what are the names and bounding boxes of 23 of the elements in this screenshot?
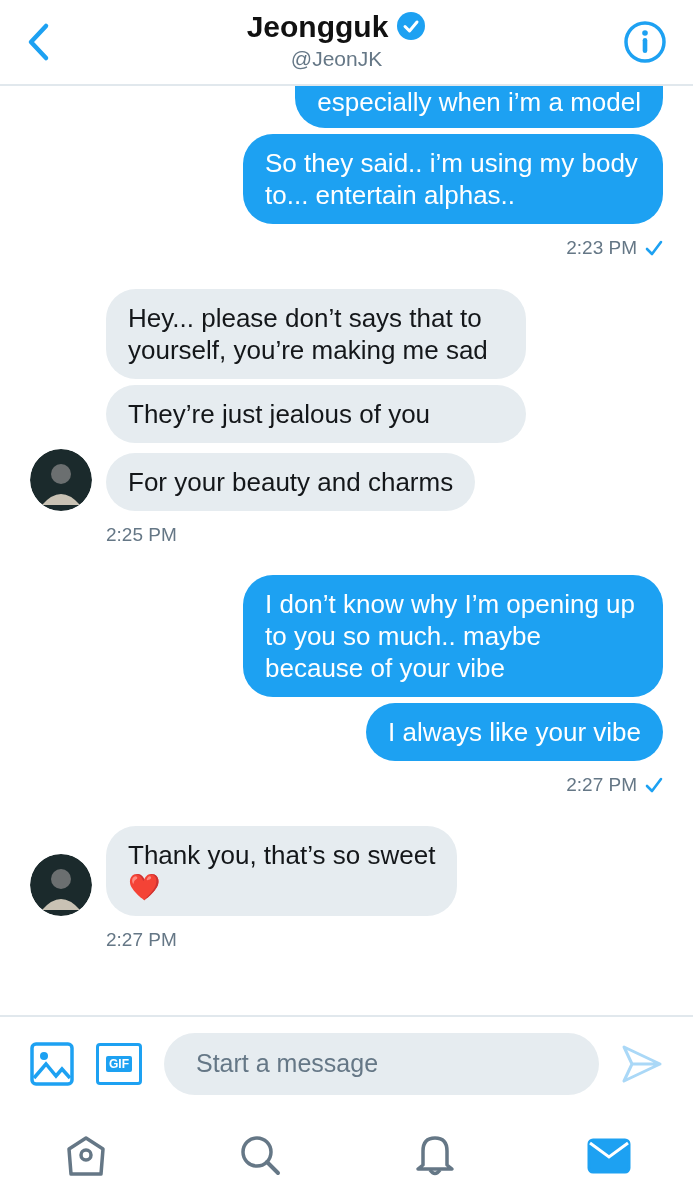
home-icon[interactable] xyxy=(64,1133,108,1177)
message-bubble: I don’t know why I’m opening up to you so much.. maybe because of your vibe xyxy=(243,575,663,697)
message-bubble: Thank you, that’s so sweet ❤ xyxy=(106,825,458,916)
image-icon[interactable] xyxy=(30,1041,74,1086)
back-icon[interactable] xyxy=(26,22,50,62)
timestamp: 2:27 PM xyxy=(566,773,637,797)
message-bubble: For your beauty and charms xyxy=(106,452,476,511)
contact-name: Jeongguk xyxy=(246,9,389,43)
message-input[interactable]: Start a message xyxy=(164,1032,599,1095)
timestamp: 2:25 PM xyxy=(106,522,177,547)
gif-button[interactable]: GIF xyxy=(96,1042,142,1085)
message-bubble: Hey... please don’t says that to yourself, you’re making me sad xyxy=(106,288,526,379)
info-icon[interactable] xyxy=(623,20,667,64)
search-icon[interactable] xyxy=(238,1133,283,1177)
avatar[interactable] xyxy=(30,853,92,916)
contact-handle: @JeonJK xyxy=(289,45,384,72)
message-bubble: So they said.. i’m using my body to... entertain alphas.. xyxy=(243,134,663,224)
timestamp: 2:23 PM xyxy=(566,236,637,260)
timestamp: 2:27 PM xyxy=(106,927,177,952)
message-bubble: especially when i’m a model xyxy=(295,86,663,128)
message-bubble: I always like your vibe xyxy=(366,703,663,761)
avatar[interactable] xyxy=(30,448,92,511)
message-bubble: They’re just jealous of you xyxy=(106,384,526,443)
